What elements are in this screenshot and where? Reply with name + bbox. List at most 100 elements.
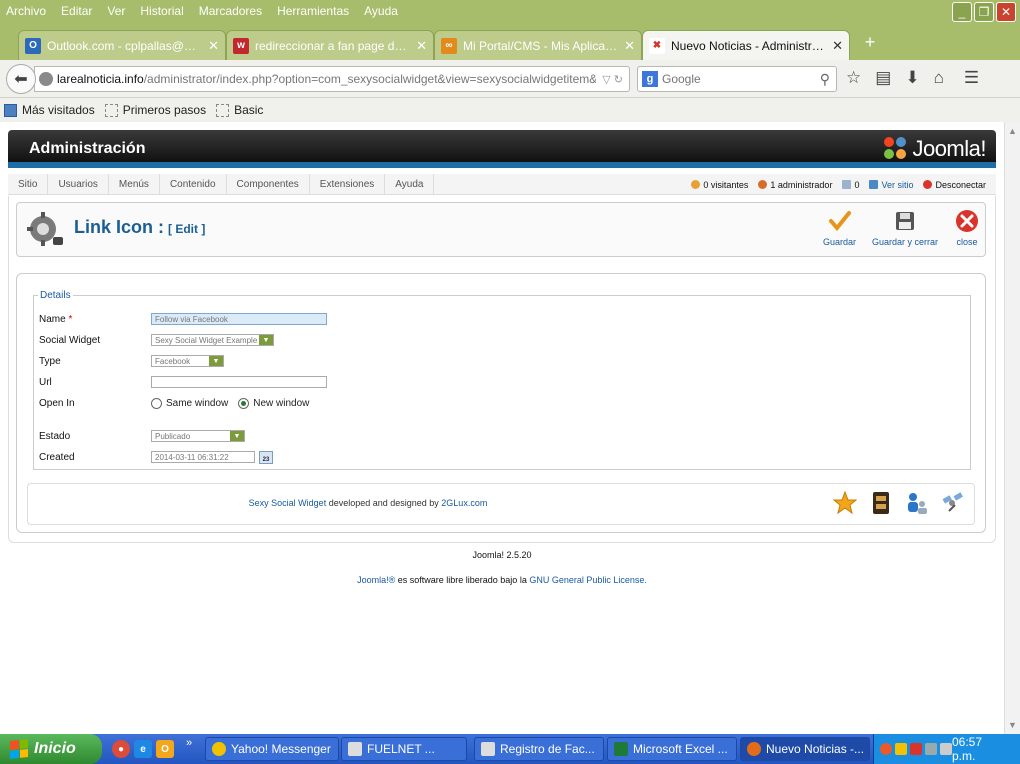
open-in-row: Open In Same window New window <box>39 395 319 411</box>
globe-icon <box>39 72 53 86</box>
clock[interactable]: 06:57 p.m. <box>952 735 1008 763</box>
task-excel[interactable]: Microsoft Excel ... <box>607 737 737 761</box>
tab-mi-portal[interactable]: ∞ Mi Portal/CMS - Mis Aplicacion... ✕ <box>434 30 642 60</box>
bookmark-basic[interactable]: Basic <box>216 103 263 117</box>
task-registro[interactable]: Registro de Fac... <box>474 737 604 761</box>
tray-volume-icon[interactable] <box>940 743 952 755</box>
messages-status[interactable]: 0 <box>842 180 859 190</box>
url-text[interactable]: larealnoticia.info/administrator/index.p… <box>57 72 596 86</box>
search-input[interactable] <box>662 72 802 86</box>
details-legend: Details <box>40 290 71 301</box>
bookmark-label: Más visitados <box>22 103 95 117</box>
tab-redireccionar[interactable]: w redireccionar a fan page desd... ✕ <box>226 30 434 60</box>
tab-close-icon[interactable]: ✕ <box>416 38 427 54</box>
task-fuelnet[interactable]: FUELNET ... <box>341 737 467 761</box>
menu-historial[interactable]: Historial <box>140 4 183 18</box>
minimize-button[interactable]: _ <box>952 2 972 22</box>
logout-link[interactable]: Desconectar <box>923 180 986 190</box>
save-button[interactable]: Guardar <box>823 209 856 247</box>
new-window-radio[interactable] <box>238 397 250 409</box>
menu-componentes[interactable]: Componentes <box>227 173 310 195</box>
menu-sitio[interactable]: Sitio <box>8 173 49 195</box>
tab-close-icon[interactable]: ✕ <box>624 38 635 54</box>
gpl-license-link[interactable]: GNU General Public License <box>529 575 644 585</box>
tray-messenger-icon[interactable] <box>895 743 907 755</box>
google-icon: g <box>642 71 658 87</box>
view-site-link[interactable]: Ver sitio <box>869 180 913 190</box>
hamburger-menu-icon[interactable]: ☰ <box>964 68 979 88</box>
reload-icon[interactable]: ▽ ↻ <box>602 73 623 86</box>
tray-antivirus-icon[interactable] <box>910 743 922 755</box>
tab-close-icon[interactable]: ✕ <box>208 38 219 54</box>
same-window-radio[interactable] <box>151 397 162 409</box>
maximize-button[interactable]: ❐ <box>974 2 994 22</box>
bookmark-star-icon[interactable]: ☆ <box>846 68 861 88</box>
film-reel-icon[interactable] <box>868 490 894 516</box>
joomla-favicon-icon: ✖ <box>649 37 665 54</box>
task-yahoo-messenger[interactable]: Yahoo! Messenger <box>205 737 339 761</box>
product-link[interactable]: Sexy Social Widget <box>249 498 327 508</box>
menu-contenido[interactable]: Contenido <box>160 173 227 195</box>
browser-menubar: Archivo Editar Ver Historial Marcadores … <box>0 0 1020 28</box>
created-input[interactable]: 2014-03-11 06:31:22 <box>151 451 255 463</box>
task-firefox[interactable]: Nuevo Noticias -... <box>740 737 870 761</box>
dropdown-arrow-icon: ▼ <box>259 335 273 345</box>
star-icon[interactable] <box>832 490 858 516</box>
tab-bar: O Outlook.com - cplpallas@hot... ✕ w red… <box>0 28 1020 60</box>
search-icon[interactable]: ⚲ <box>820 71 830 88</box>
url-input[interactable] <box>151 376 327 388</box>
author-link[interactable]: 2GLux.com <box>441 498 487 508</box>
bookmarks-list-icon[interactable]: ▤ <box>875 68 891 88</box>
close-button[interactable]: close <box>955 209 979 247</box>
bookmark-mas-visitados[interactable]: Más visitados <box>4 103 95 117</box>
new-tab-button[interactable]: + <box>860 32 880 53</box>
social-widget-row: Social Widget Sexy Social Widget Example… <box>39 332 274 348</box>
type-select[interactable]: Facebook ▼ <box>151 355 224 367</box>
menu-menus[interactable]: Menús <box>109 173 160 195</box>
satellite-icon[interactable] <box>940 490 966 516</box>
start-button[interactable]: Inicio <box>0 734 102 764</box>
outlook-express-icon[interactable]: O <box>156 740 174 758</box>
menu-herramientas[interactable]: Herramientas <box>277 4 349 18</box>
users-support-icon[interactable] <box>904 490 930 516</box>
tab-close-icon[interactable]: ✕ <box>832 38 843 54</box>
home-icon[interactable]: ⌂ <box>934 68 944 88</box>
url-bar[interactable]: larealnoticia.info/administrator/index.p… <box>34 66 630 92</box>
footer-version: Joomla! 2.5.20 <box>472 550 532 560</box>
same-window-label[interactable]: Same window <box>166 398 228 409</box>
quick-launch-more[interactable]: » <box>186 737 192 749</box>
menu-ver[interactable]: Ver <box>107 4 125 18</box>
window-close-button[interactable]: ✕ <box>996 2 1016 22</box>
back-button[interactable]: ⬅ <box>6 64 36 94</box>
save-label: Guardar <box>823 237 857 247</box>
menu-extensiones[interactable]: Extensiones <box>310 173 386 195</box>
menu-marcadores[interactable]: Marcadores <box>199 4 262 18</box>
download-icon[interactable]: ⬇ <box>905 68 919 88</box>
bookmark-primeros-pasos[interactable]: Primeros pasos <box>104 103 206 117</box>
tab-nuevo-noticias[interactable]: ✖ Nuevo Noticias - Administraci... ✕ <box>642 30 850 60</box>
view-site-icon <box>869 180 879 189</box>
quick-launch: ● e O <box>112 740 174 758</box>
joomla-link[interactable]: Joomla!® <box>357 575 398 585</box>
calendar-icon[interactable]: 23 <box>259 450 273 464</box>
menu-ayuda[interactable]: Ayuda <box>364 4 398 18</box>
vertical-scrollbar[interactable]: ▲ ▼ <box>1004 122 1020 734</box>
social-widget-select[interactable]: Sexy Social Widget Example ▼ <box>151 334 274 346</box>
tray-network-icon[interactable] <box>925 743 937 755</box>
scroll-down-icon[interactable]: ▼ <box>1008 720 1017 730</box>
name-input[interactable]: Follow via Facebook <box>151 313 327 325</box>
menu-ayuda[interactable]: Ayuda <box>385 173 435 195</box>
save-close-button[interactable]: Guardar y cerrar <box>872 209 938 247</box>
estado-select[interactable]: Publicado ▼ <box>151 430 245 442</box>
chrome-icon[interactable]: ● <box>112 740 130 758</box>
scroll-up-icon[interactable]: ▲ <box>1008 126 1017 136</box>
internet-explorer-icon[interactable]: e <box>134 740 152 758</box>
tab-outlook[interactable]: O Outlook.com - cplpallas@hot... ✕ <box>18 30 226 60</box>
menu-usuarios[interactable]: Usuarios <box>48 173 109 195</box>
new-window-label[interactable]: New window <box>253 398 309 409</box>
excel-icon <box>614 742 628 756</box>
menu-editar[interactable]: Editar <box>61 4 92 18</box>
tray-arrow-icon[interactable] <box>880 743 892 755</box>
search-bar[interactable]: g ⚲ <box>637 66 837 92</box>
menu-archivo[interactable]: Archivo <box>6 4 46 18</box>
